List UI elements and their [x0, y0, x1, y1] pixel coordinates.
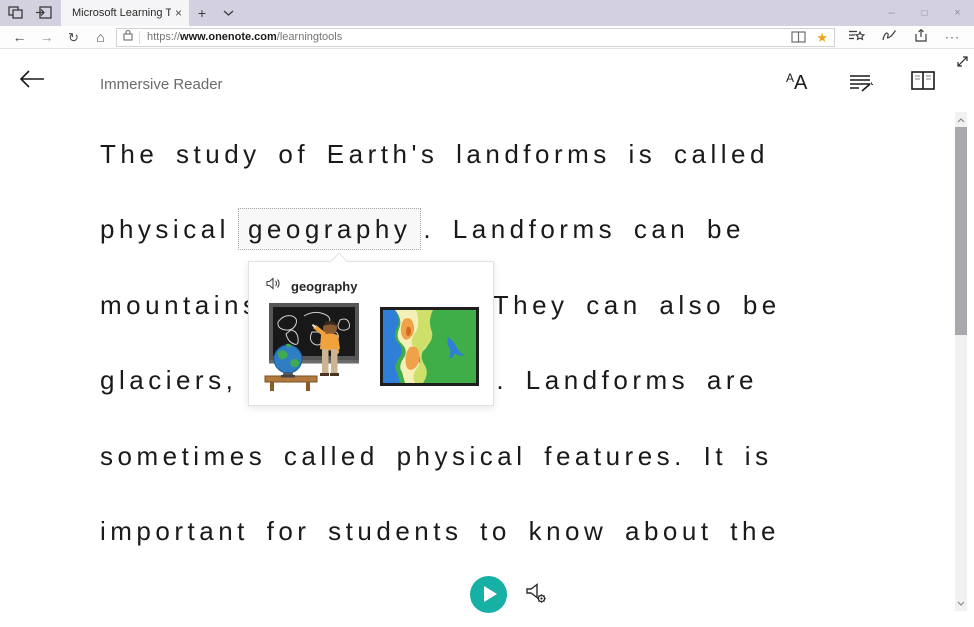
reader-text-line[interactable]: sometimes called physical features. It i…	[100, 441, 773, 472]
voice-settings-button[interactable]	[524, 581, 548, 610]
grammar-options-button[interactable]	[849, 74, 873, 97]
fullscreen-expand-icon[interactable]	[955, 54, 970, 74]
reading-preferences-button[interactable]	[911, 71, 935, 95]
url-text: https://www.onenote.com/learningtools	[147, 31, 342, 43]
tab-close-icon[interactable]: ×	[171, 7, 182, 19]
browser-tab[interactable]: Microsoft Learning Tool ×	[61, 0, 189, 26]
reader-text-line[interactable]: important for students to know about the	[100, 516, 780, 547]
address-bar[interactable]: https://www.onenote.com/learningtools ★	[116, 28, 835, 47]
favorite-star-icon[interactable]: ★	[816, 31, 828, 44]
play-icon	[484, 586, 497, 602]
tab-preview-icon[interactable]	[8, 6, 24, 20]
new-tab-button[interactable]: +	[189, 0, 215, 26]
scrollbar-thumb[interactable]	[955, 127, 967, 335]
address-divider	[139, 31, 140, 44]
tab-title: Microsoft Learning Tool	[72, 7, 171, 19]
geography-teacher-image	[264, 302, 365, 397]
reader-text-line[interactable]: physicalgeography. Landforms can be	[100, 214, 745, 245]
play-button[interactable]	[470, 576, 507, 613]
maximize-button[interactable]: □	[908, 0, 941, 26]
home-icon[interactable]: ⌂	[87, 30, 114, 44]
text-preferences-button[interactable]: AA	[786, 71, 807, 95]
close-button[interactable]: ×	[941, 0, 974, 26]
set-aside-tabs-icon[interactable]	[35, 6, 52, 20]
tab-list-chevron-icon[interactable]	[215, 0, 241, 26]
settings-more-icon[interactable]: ···	[945, 30, 960, 44]
forward-nav-icon[interactable]: →	[33, 30, 60, 44]
geography-map-image	[380, 307, 479, 391]
reader-back-button[interactable]	[18, 68, 46, 95]
web-note-pen-icon[interactable]	[881, 28, 897, 47]
reading-view-icon[interactable]	[791, 31, 806, 43]
tab-bar: Microsoft Learning Tool × + – □ ×	[0, 0, 974, 26]
popup-caret	[331, 253, 348, 270]
page-title: Immersive Reader	[100, 76, 223, 93]
picture-dictionary-popup: geography	[248, 261, 494, 406]
browser-toolbar: ← → ↻ ⌂ https://www.onenote.com/learning…	[0, 26, 974, 49]
lock-icon	[123, 28, 133, 46]
speak-word-icon[interactable]	[266, 277, 281, 295]
popup-word-label: geography	[291, 279, 357, 294]
share-icon[interactable]	[913, 28, 929, 47]
hub-favorites-icon[interactable]	[848, 28, 865, 47]
scroll-down-icon[interactable]	[955, 596, 967, 610]
back-nav-icon[interactable]: ←	[6, 30, 33, 44]
refresh-icon[interactable]: ↻	[60, 31, 87, 44]
selected-word[interactable]: geography	[238, 208, 421, 250]
vertical-scrollbar[interactable]	[955, 112, 967, 611]
minimize-button[interactable]: –	[875, 0, 908, 26]
reader-text-line[interactable]: The study of Earth's landforms is called	[100, 139, 769, 170]
browser-window: Microsoft Learning Tool × + – □ × ← → ↻ …	[0, 0, 974, 627]
scroll-up-icon[interactable]	[955, 113, 967, 127]
